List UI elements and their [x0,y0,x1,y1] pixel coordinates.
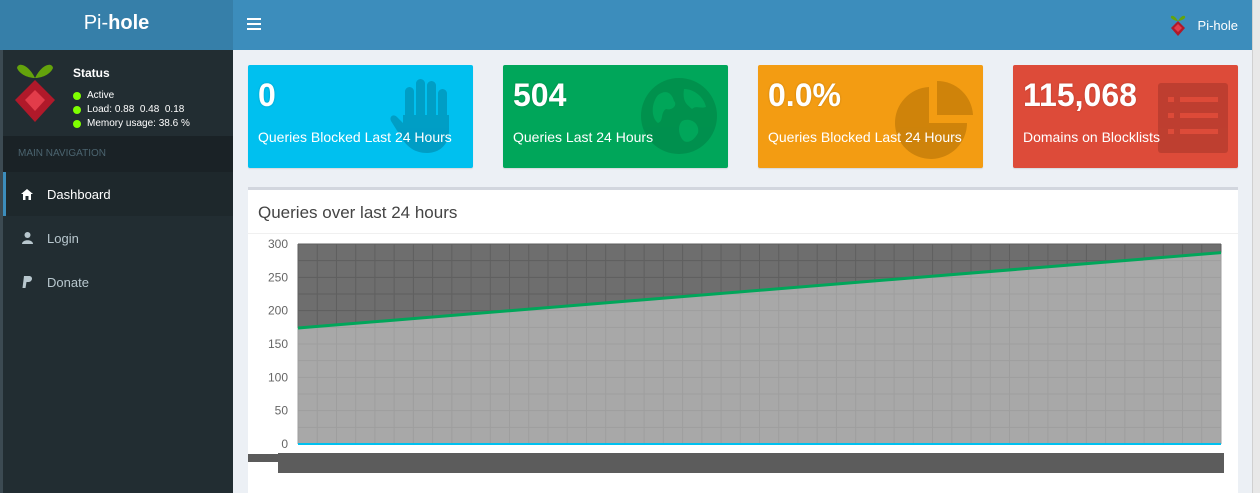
sidebar-item-label: Donate [47,274,89,290]
pie-chart-icon [895,80,973,159]
user-menu[interactable]: Pi-hole [1168,10,1238,40]
pihole-logo-icon [15,64,55,122]
brand-prefix: Pi- [83,12,109,34]
status-active-label: Active [87,90,115,101]
y-tick-label: 200 [268,304,288,318]
window-scrollbar[interactable] [1252,0,1260,493]
memory-value: 38.6 % [158,118,190,129]
list-icon [1158,83,1228,153]
sidebar-item-login[interactable]: Login [3,216,233,260]
stat-value: 0.0% [768,77,841,113]
queries-chart-box: Queries over last 24 hours 0 50 100 150 200 2… [248,187,1238,493]
sidebar-item-donate[interactable]: Donate [3,260,233,304]
y-tick-label: 0 [281,437,288,451]
user-icon [20,231,34,245]
stat-label: Domains on Blocklists [1023,129,1160,145]
sidebar-item-label: Dashboard [47,186,111,202]
memory-label: Memory usage: [87,118,156,129]
status-load: Load: 0.88 0.48 0.18 [73,104,184,115]
y-tick-label: 100 [268,370,288,384]
queries-chart: 0 50 100 150 200 250 300 [248,237,1224,473]
stat-label: Queries Blocked Last 24 Hours [768,129,962,145]
status-dot-icon [73,105,81,114]
stat-value: 115,068 [1023,77,1137,113]
user-label: Pi-hole [1197,17,1238,33]
y-tick-label: 50 [275,404,289,418]
stat-label: Queries Blocked Last 24 Hours [258,129,452,145]
status-dot-icon [73,91,81,100]
sidebar-toggle-icon[interactable] [247,15,261,33]
x-tick-label-band [278,453,1224,473]
y-tick-label: 300 [268,237,288,251]
stat-value: 504 [513,77,567,113]
load-values: 0.88 0.48 0.18 [114,104,185,115]
stat-box-blocked: 0 Queries Blocked Last 24 Hours [248,65,473,168]
stat-box-percent-blocked: 0.0% Queries Blocked Last 24 Hours [758,65,983,168]
paypal-icon [20,275,34,289]
stat-box-domains: 115,068 Domains on Blocklists [1013,65,1238,168]
sidebar: Status Active Load: 0.88 0.48 0.18 Memor… [0,50,233,493]
brand-logo[interactable]: Pi-hole [0,0,233,50]
y-tick-label: 150 [268,337,288,351]
brand-bold: hole [108,12,150,34]
status-dot-icon [73,119,81,128]
y-tick-label: 250 [268,270,288,284]
chart-title: Queries over last 24 hours [258,203,458,222]
load-label: Load: [87,104,113,115]
status-memory: Memory usage: 38.6 % [73,118,190,129]
stat-label: Queries Last 24 Hours [513,129,654,145]
main-navigation-header: MAIN NAVIGATION [3,136,233,172]
home-icon [20,187,34,201]
status-panel: Status Active Load: 0.88 0.48 0.18 Memor… [3,50,233,136]
top-navbar: Pi-hole [233,0,1252,50]
status-active: Active [73,90,114,101]
sidebar-item-label: Login [47,230,79,246]
stat-value: 0 [258,77,276,113]
pihole-logo-icon [1170,15,1185,36]
sidebar-item-dashboard[interactable]: Dashboard [3,172,233,216]
status-title: Status [73,66,110,80]
stat-box-total-queries: 504 Queries Last 24 Hours [503,65,728,168]
